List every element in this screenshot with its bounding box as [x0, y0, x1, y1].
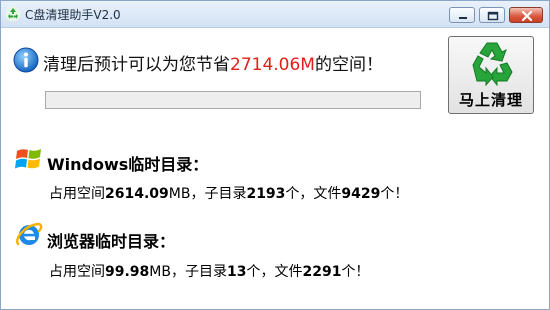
minimize-icon — [459, 17, 467, 19]
stat-label: 个，文件 — [246, 264, 303, 280]
browser-temp-title: 浏览器临时目录： — [47, 232, 176, 251]
clean-now-label: 马上清理 — [458, 91, 523, 109]
window-title: C盘清理助手V2.0 — [25, 8, 121, 22]
browser-temp-stats: 占用空间99.98MB，子目录13个，文件2291个！ — [49, 261, 369, 281]
stat-label: MB，子目录 — [168, 186, 247, 202]
stat-size: 99.98 — [105, 264, 150, 280]
clean-progress-bar — [45, 91, 421, 109]
recycle-icon — [472, 42, 513, 86]
stat-label: MB，子目录 — [149, 264, 227, 280]
maximize-button[interactable] — [479, 7, 505, 23]
savings-amount: 2714.06M — [230, 55, 315, 75]
minimize-button[interactable] — [449, 7, 475, 23]
clean-now-button[interactable]: 马上清理 — [448, 36, 534, 114]
close-icon — [521, 10, 533, 22]
headline-prefix: 清理后预计可以为您节省 — [43, 55, 230, 75]
stat-label: 个！ — [341, 264, 370, 280]
ie-browser-icon — [16, 222, 43, 246]
windows-logo-icon — [15, 149, 41, 169]
title-bar[interactable]: C盘清理助手V2.0 — [1, 1, 549, 28]
savings-headline: 清理后预计可以为您节省2714.06M的空间！ — [43, 50, 383, 75]
stat-dirs: 2193 — [246, 186, 286, 202]
stat-label: 个！ — [380, 186, 409, 202]
stat-label: 占用空间 — [49, 186, 105, 202]
headline-suffix: 的空间！ — [314, 55, 383, 75]
maximize-icon — [487, 11, 499, 21]
stat-files: 9429 — [341, 186, 381, 202]
stat-size: 2614.09 — [105, 186, 169, 202]
windows-temp-title: Windows临时目录： — [47, 155, 209, 174]
app-window: C盘清理助手V2.0 清理后预计可以为您节省2714.06M的空间！ 马上清理 … — [0, 0, 550, 310]
stat-dirs: 13 — [226, 264, 247, 280]
windows-temp-stats: 占用空间2614.09MB，子目录2193个，文件9429个！ — [49, 183, 408, 203]
stat-label: 占用空间 — [49, 264, 105, 280]
stat-files: 2291 — [302, 264, 342, 280]
close-button[interactable] — [509, 7, 543, 23]
recycle-icon — [5, 6, 21, 22]
stat-label: 个，文件 — [285, 186, 342, 202]
info-icon — [13, 47, 39, 73]
